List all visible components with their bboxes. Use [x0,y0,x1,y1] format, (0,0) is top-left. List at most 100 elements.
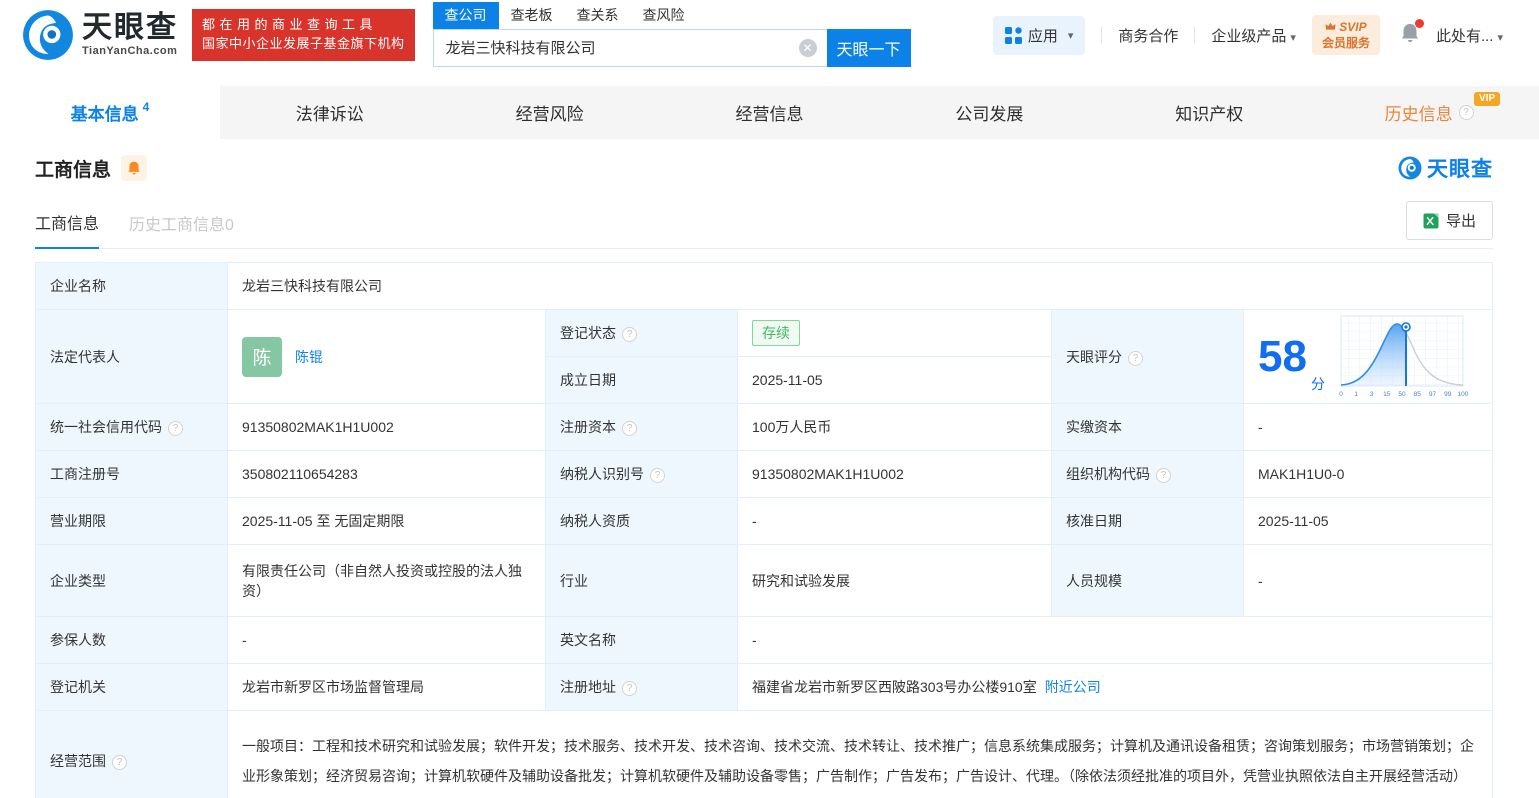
search-tab-risk[interactable]: 查风险 [631,2,697,29]
question-icon[interactable] [1458,105,1474,120]
field-value: - [1258,419,1263,435]
svip-service-text: 会员服务 [1321,36,1370,50]
business-scope-value-cell: 一般项目：工程和技术研究和试验发展；软件开发；技术服务、技术开发、技术咨询、技术… [227,710,1493,798]
tab-basic-info[interactable]: 基本信息 4 [0,86,220,139]
question-icon[interactable] [168,421,183,436]
table-row: 参保人数 - 英文名称 - [35,616,1493,664]
nearby-companies-link[interactable]: 附近公司 [1045,679,1101,695]
question-icon[interactable] [622,421,637,436]
field-value: - [752,632,757,648]
legal-rep-link[interactable]: 陈锟 [295,347,323,367]
tab-operating-risk[interactable]: 经营风险 [440,86,660,139]
reg-number-label-cell: 工商注册号 [35,450,228,498]
tab-label: 公司发展 [955,105,1024,124]
svip-member-button[interactable]: SVIP 会员服务 [1311,14,1380,56]
score-unit: 分 [1310,375,1325,392]
top-nav: 应用 商务合作 企业级产品 SVIP 会员服务 此处有... [992,14,1503,56]
question-icon[interactable] [112,755,127,770]
legal-rep-avatar[interactable]: 陈 [242,336,282,377]
tab-label: 经营风险 [515,105,584,124]
excel-icon [1423,213,1439,228]
tab-operating-info[interactable]: 经营信息 [660,86,880,139]
field-label: 英文名称 [560,632,616,648]
tab-label: 经营信息 [735,105,804,124]
business-scope-value: 一般项目：工程和技术研究和试验发展；软件开发；技术服务、技术开发、技术咨询、技术… [242,738,1474,784]
search-tab-company[interactable]: 查公司 [432,1,499,29]
section-bell-icon [128,161,140,175]
logo-domain: TianYanCha.com [82,45,178,57]
watermark-logo-icon [1398,156,1422,180]
subtab-business-info[interactable]: 工商信息 [35,210,100,249]
reg-authority-value-cell: 龙岩市新罗区市场监督管理局 [227,663,546,711]
table-row: 经营范围 一般项目：工程和技术研究和试验发展；软件开发；技术服务、技术开发、技术… [35,710,1493,798]
field-label: 统一社会信用代码 [50,419,162,435]
tab-legal-proceedings[interactable]: 法律诉讼 [220,86,440,139]
tab-history-info[interactable]: VIP 历史信息 [1319,86,1539,139]
field-value: 2025-11-05 至 无固定期限 [242,513,405,529]
insured-count-label-cell: 参保人数 [35,616,228,664]
paid-capital-value-cell: - [1243,403,1493,451]
search-tab-relation[interactable]: 查关系 [565,2,631,29]
field-value: - [752,513,757,529]
svip-text: SVIP [1339,19,1367,34]
field-value: MAK1H1U0-0 [1258,466,1345,482]
question-icon[interactable] [1156,468,1171,483]
reg-status-label-cell: 登记状态 [545,309,738,357]
field-label: 企业名称 [50,278,106,294]
user-account-menu[interactable]: 此处有... [1436,25,1503,46]
field-label: 天眼评分 [1066,348,1122,365]
question-icon[interactable] [622,327,637,342]
field-label: 实缴资本 [1066,419,1122,435]
search-tab-boss[interactable]: 查老板 [499,2,565,29]
nav-business-cooperation[interactable]: 商务合作 [1118,25,1178,46]
question-icon[interactable] [650,468,665,483]
tab-company-development[interactable]: 公司发展 [879,86,1099,139]
watermark-text: 天眼查 [1427,158,1493,181]
subtab-history-business-info[interactable]: 历史工商信息0 [129,211,234,248]
field-label: 企业类型 [50,572,106,589]
org-code-label-cell: 组织机构代码 [1051,450,1244,498]
taxpayer-qualification-value-cell: - [737,497,1052,545]
question-icon[interactable] [1128,350,1143,366]
section-title: 工商信息 [35,159,112,181]
brand-slogan: 都在用的商业查询工具 国家中小企业发展子基金旗下机构 [192,9,415,61]
org-code-value-cell: MAK1H1U0-0 [1243,450,1493,498]
field-value: 100万人民币 [752,419,832,435]
tianyancha-logo-icon [23,10,73,60]
search-input[interactable] [432,28,827,67]
taxpayer-id-value-cell: 91350802MAK1H1U002 [737,450,1052,498]
tab-basic-info-count: 4 [142,100,150,114]
tab-intellectual-property[interactable]: 知识产权 [1099,86,1319,139]
watermark-logo: 天眼查 [1398,153,1493,183]
search-button[interactable]: 天眼一下 [826,28,911,67]
score-number: 58 [1258,331,1307,381]
field-value: - [242,632,247,648]
score-value-cell[interactable]: 58 分 0 1 3 15 50 85 97 99 100 [1243,309,1493,404]
field-label: 登记状态 [560,325,616,341]
business-info-table: 企业名称 龙岩三快科技有限公司 法定代表人 陈 陈锟 登记状态 存续 天眼评分 … [35,262,1493,798]
table-row: 营业期限 2025-11-05 至 无固定期限 纳税人资质 - 核准日期 202… [35,497,1493,545]
search-clear-icon[interactable] [798,38,817,57]
tianyancha-logo[interactable]: 天眼查 TianYanCha.com [22,9,178,61]
business-scope-label-cell: 经营范围 [35,710,228,798]
field-label: 法定代表人 [50,348,120,365]
monitor-bell-button[interactable] [121,155,148,181]
field-label: 纳税人资质 [560,513,630,529]
english-name-value-cell: - [737,616,1493,664]
export-button[interactable]: 导出 [1405,201,1493,240]
field-value: 研究和试验发展 [752,572,850,589]
apps-menu-button[interactable]: 应用 [992,15,1086,55]
legal-rep-label-cell: 法定代表人 [35,309,228,404]
table-row: 登记机关 龙岩市新罗区市场监督管理局 注册地址 福建省龙岩市新罗区西陂路303号… [35,663,1493,711]
notification-bell-button[interactable] [1400,19,1424,48]
score-distribution-chart: 0 1 3 15 50 85 97 99 100 [1339,315,1469,398]
user-account-label: 此处有... [1435,27,1494,45]
field-label: 核准日期 [1066,513,1122,529]
svip-line1: SVIP [1322,19,1370,35]
reg-number-value-cell: 350802110654283 [227,450,546,498]
svg-text:99: 99 [1444,391,1452,398]
question-icon[interactable] [622,681,637,696]
nav-enterprise-products[interactable]: 企业级产品 [1211,25,1296,46]
enterprise-products-label: 企业级产品 [1211,27,1287,45]
reg-authority-label-cell: 登记机关 [35,663,228,711]
